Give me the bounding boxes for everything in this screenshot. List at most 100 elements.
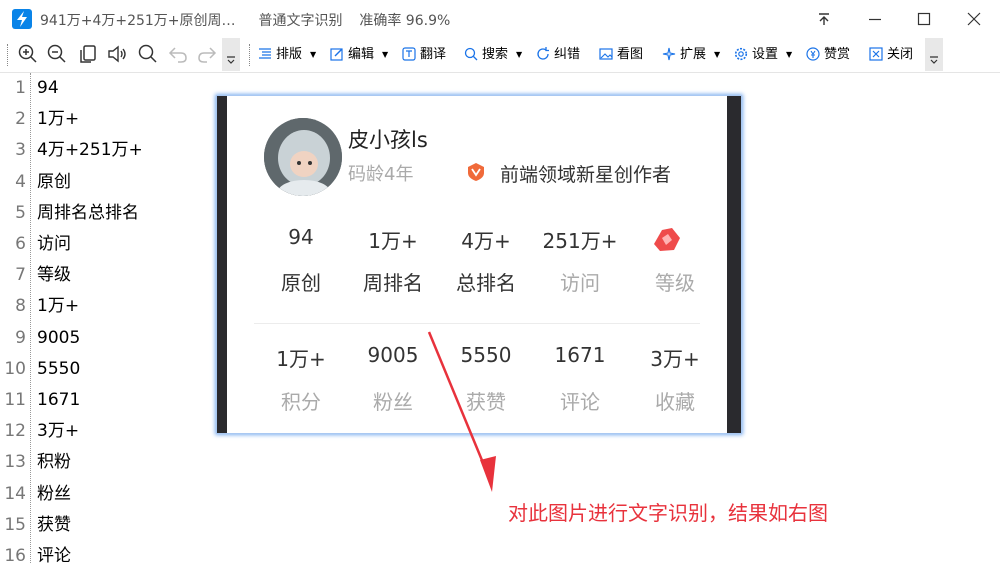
close-label: 关闭 [887, 47, 914, 62]
line-number: 9 [15, 327, 26, 348]
translate-button[interactable]: 翻译 [402, 46, 454, 64]
line-number: 5 [15, 202, 26, 223]
copy-button[interactable] [77, 43, 99, 65]
line-text[interactable]: 等级 [37, 260, 71, 291]
search-web-button[interactable]: 搜索 ▼ [464, 46, 524, 64]
extend-icon [662, 47, 676, 61]
chevron-down-icon [930, 56, 938, 64]
gear-icon [734, 47, 748, 61]
stat-label: 评论 [560, 390, 600, 414]
line-text[interactable]: 94 [37, 73, 59, 104]
line-text[interactable]: 5550 [37, 354, 80, 385]
find-button[interactable] [137, 43, 159, 65]
stat-label: 周排名 [363, 271, 423, 295]
correct-label: 纠错 [554, 47, 581, 62]
toolbar-divider [249, 44, 250, 66]
read-aloud-button[interactable] [106, 43, 128, 65]
search-label: 搜索 [482, 47, 509, 62]
line-text[interactable]: 1万+ [37, 104, 79, 135]
settings-button[interactable]: 设置 ▼ [734, 46, 794, 64]
stat-label: 收藏 [655, 390, 695, 414]
editor-line[interactable]: 16 评论 [0, 541, 300, 563]
search-icon [138, 44, 157, 63]
zoom-out-icon [47, 44, 66, 63]
layout-label: 排版 [276, 47, 303, 62]
redo-icon [198, 47, 217, 63]
chevron-down-icon: ▼ [786, 50, 793, 59]
close-icon [967, 12, 981, 26]
chevron-down-icon: ▼ [382, 50, 389, 59]
stat-value: 3万+ [650, 347, 700, 371]
stat-value: 1万+ [368, 229, 418, 253]
line-text[interactable]: 9005 [37, 323, 80, 354]
zoom-out-button[interactable] [46, 43, 68, 65]
profile-nickname: 皮小孩ls [348, 128, 428, 152]
undo-button[interactable] [167, 43, 189, 65]
title-bar: 941万+4万+251万+原创周… 普通文字识别 准确率 96.9% [0, 0, 1000, 38]
line-text[interactable]: 周排名总排名 [37, 198, 139, 229]
line-number: 15 [4, 514, 26, 535]
line-number: 10 [4, 358, 26, 379]
maximize-button[interactable] [909, 6, 939, 32]
stat-label: 等级 [655, 271, 695, 295]
toolbar: 排版 ▼ 编辑 ▼ 翻译 搜索 ▼ 纠错 看图 扩展 ▼ 设置 ▼ 赞赏 关闭 [0, 38, 1000, 73]
stat-label: 积分 [281, 390, 321, 414]
zoom-in-button[interactable] [17, 43, 39, 65]
extend-button[interactable]: 扩展 ▼ [662, 46, 722, 64]
maximize-icon [917, 12, 931, 26]
close-window-button[interactable] [959, 6, 989, 32]
line-number: 4 [15, 171, 26, 192]
line-text[interactable]: 1671 [37, 385, 80, 416]
editor-line[interactable]: 13 积粉 [0, 447, 300, 478]
line-number: 1 [15, 78, 26, 98]
speaker-icon [108, 45, 126, 63]
undo-icon [168, 47, 187, 63]
chevron-down-icon: ▼ [310, 50, 317, 59]
settings-label: 设置 [752, 47, 779, 62]
edit-icon [330, 48, 343, 61]
correct-button[interactable]: 纠错 [536, 46, 588, 64]
editor-line[interactable]: 15 获赞 [0, 510, 300, 541]
stat-label: 访问 [560, 271, 600, 295]
line-text[interactable]: 粉丝 [37, 479, 71, 510]
line-text[interactable]: 4万+251万+ [37, 135, 143, 166]
line-number: 2 [15, 109, 26, 130]
line-text[interactable]: 积粉 [37, 447, 71, 478]
pin-icon [819, 13, 829, 25]
copy-icon [80, 45, 96, 63]
pin-button[interactable] [809, 6, 839, 32]
line-number: 14 [4, 483, 26, 504]
minimize-button[interactable] [860, 6, 890, 32]
chevron-down-icon: ▼ [516, 50, 523, 59]
stat-value: 1万+ [276, 347, 326, 371]
toolbar-overflow-button-right[interactable] [925, 38, 943, 71]
line-text[interactable]: 获赞 [37, 510, 71, 541]
view-image-button[interactable]: 看图 [599, 46, 651, 64]
line-text[interactable]: 1万+ [37, 291, 79, 322]
edit-button[interactable]: 编辑 ▼ [330, 46, 390, 64]
close-box-icon [869, 47, 883, 61]
extend-label: 扩展 [680, 47, 707, 62]
toolbar-grip [7, 44, 8, 66]
toolbar-overflow-button[interactable] [222, 38, 240, 71]
stat-value: 251万+ [542, 229, 618, 253]
annotation-arrow-icon [427, 331, 496, 492]
redo-button[interactable] [196, 43, 218, 65]
avatar [264, 118, 342, 196]
layout-icon [259, 48, 271, 59]
line-text[interactable]: 评论 [37, 541, 71, 563]
line-text[interactable]: 访问 [37, 229, 71, 260]
coin-icon [806, 47, 820, 61]
line-number: 8 [15, 296, 26, 317]
creator-title: 前端领域新星创作者 [500, 164, 672, 186]
level-badge-icon [654, 228, 680, 251]
layout-button[interactable]: 排版 ▼ [258, 46, 318, 64]
donate-button[interactable]: 赞赏 [806, 46, 858, 64]
app-logo-icon [12, 9, 32, 29]
line-text[interactable]: 3万+ [37, 416, 79, 447]
editor-line[interactable]: 14 粉丝 [0, 479, 300, 510]
close-button[interactable]: 关闭 [869, 46, 921, 64]
line-text[interactable]: 原创 [37, 167, 71, 198]
image-icon [599, 48, 613, 60]
ocr-mode: 普通文字识别 [258, 13, 343, 29]
